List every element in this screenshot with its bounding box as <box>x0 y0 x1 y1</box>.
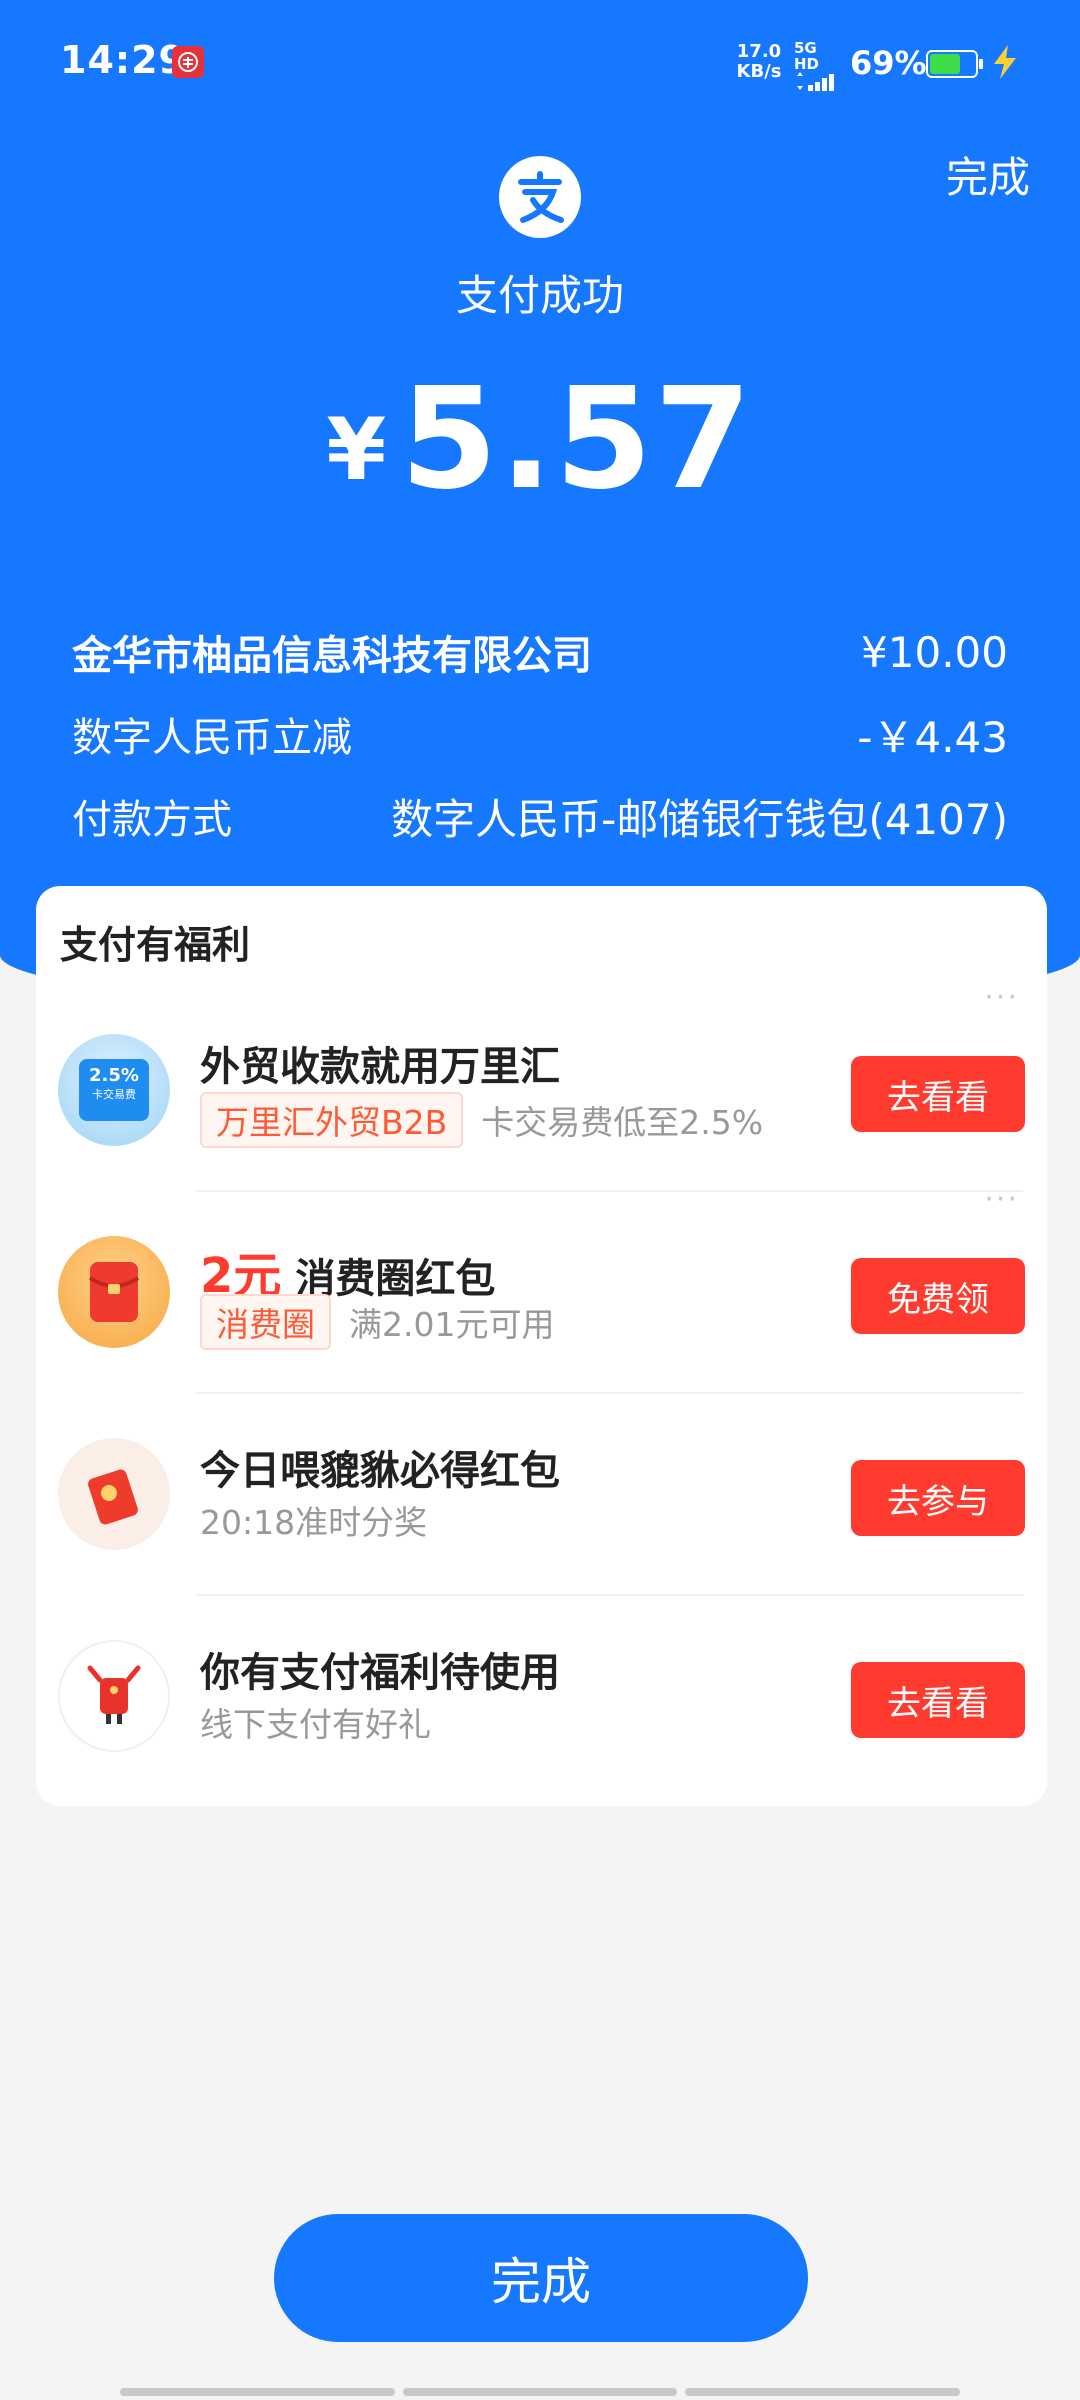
payment-status-title: 支付成功 <box>455 271 624 320</box>
navigation-gesture-bar[interactable] <box>120 2388 961 2396</box>
signal-icon <box>797 72 834 91</box>
network-speed-value: 17.0 <box>736 41 782 62</box>
more-options-icon[interactable]: ··· <box>984 1185 1019 1215</box>
benefit-title: 今日喂貔貅必得红包 <box>200 1448 560 1494</box>
benefit-item[interactable]: ··· 2.5% 卡交易费 外贸收款就用万里汇 万里汇外贸B2B 卡交易费低至2… <box>36 983 1047 1192</box>
benefit-desc: 20:18准时分奖 <box>200 1503 428 1542</box>
status-bar: 14:29 17.0 KB/s 5G HD 69% <box>0 0 1080 120</box>
red-envelope-icon <box>58 1236 170 1348</box>
benefit-subtitle: 线下支付有好礼 <box>200 1698 431 1746</box>
benefit-subtitle: 万里汇外贸B2B 卡交易费低至2.5% <box>200 1092 763 1148</box>
benefit-desc: 线下支付有好礼 <box>200 1705 431 1744</box>
participate-button[interactable]: 去参与 <box>851 1460 1025 1536</box>
merchant-name: 金华市柚品信息科技有限公司 <box>72 633 592 679</box>
go-see-button[interactable]: 去看看 <box>851 1056 1025 1132</box>
thumb-caption: 卡交易费 <box>92 1088 136 1101</box>
discount-amount: -￥4.43 <box>857 712 1008 762</box>
network-speed-unit: KB/s <box>736 61 782 82</box>
benefit-subtitle: 20:18准时分奖 <box>200 1496 427 1544</box>
benefits-card: 支付有福利 ··· 2.5% 卡交易费 外贸收款就用万里汇 万里汇外贸B2B 卡… <box>36 886 1047 1806</box>
alipay-logo-icon <box>499 156 581 238</box>
gesture-segment <box>685 2388 961 2396</box>
merchant-row: 金华市柚品信息科技有限公司 ¥10.00 <box>72 622 1008 682</box>
go-see-button[interactable]: 去看看 <box>851 1662 1025 1738</box>
benefit-tag: 万里汇外贸B2B <box>200 1092 464 1148</box>
network-speed: 17.0 KB/s <box>734 42 784 82</box>
benefit-item[interactable]: ··· 2元 消费圈红包 消费圈 满2.01元可用 免费领 <box>36 1185 1047 1394</box>
benefit-item[interactable]: 你有支付福利待使用 线下支付有好礼 去看看 <box>36 1596 1047 1798</box>
benefit-subtitle: 消费圈 满2.01元可用 <box>200 1294 554 1350</box>
thumb-rate: 2.5% <box>89 1065 139 1086</box>
benefit-desc: 满2.01元可用 <box>349 1305 555 1344</box>
discount-label: 数字人民币立减 <box>72 715 352 761</box>
discount-row: 数字人民币立减 -￥4.43 <box>72 704 1008 764</box>
network-label: 5G HD <box>794 39 820 73</box>
lucky-envelope-icon <box>58 1438 170 1550</box>
battery-percent: 69% <box>850 44 927 82</box>
payment-amount: ¥ 5.57 <box>0 370 1080 510</box>
order-amount: ¥10.00 <box>861 627 1008 677</box>
payment-method-value: 数字人民币-邮储银行钱包(4107) <box>391 794 1008 844</box>
benefit-title: 外贸收款就用万里汇 <box>200 1044 560 1090</box>
benefits-title: 支付有福利 <box>60 923 251 967</box>
more-options-icon[interactable]: ··· <box>984 983 1019 1013</box>
charging-bolt-icon <box>994 45 1016 79</box>
status-time: 14:29 <box>60 38 186 82</box>
gift-mascot-icon <box>58 1640 170 1752</box>
benefit-tag: 消费圈 <box>200 1294 331 1350</box>
wanlihui-thumb-icon: 2.5% 卡交易费 <box>58 1034 170 1146</box>
benefit-desc: 卡交易费低至2.5% <box>481 1103 764 1142</box>
gesture-segment <box>402 2388 678 2396</box>
free-claim-button[interactable]: 免费领 <box>851 1258 1025 1334</box>
payment-method-label: 付款方式 <box>72 797 232 843</box>
amount-value: 5.57 <box>400 358 754 521</box>
payment-method-row: 付款方式 数字人民币-邮储银行钱包(4107) <box>72 786 1008 846</box>
network-indicator: 5G HD <box>794 40 840 96</box>
top-done-button[interactable]: 完成 <box>946 144 1030 205</box>
payment-success-screen: 14:29 17.0 KB/s 5G HD 69% 完成 支付成功 ¥ 5.57… <box>0 0 1080 2400</box>
benefit-title: 你有支付福利待使用 <box>200 1650 560 1696</box>
digital-rmb-icon <box>172 46 204 78</box>
done-button[interactable]: 完成 <box>274 2214 808 2342</box>
currency-symbol: ¥ <box>326 400 387 500</box>
battery-icon <box>926 50 983 78</box>
benefit-item[interactable]: 今日喂貔貅必得红包 20:18准时分奖 去参与 <box>36 1394 1047 1596</box>
gesture-segment <box>120 2388 395 2396</box>
